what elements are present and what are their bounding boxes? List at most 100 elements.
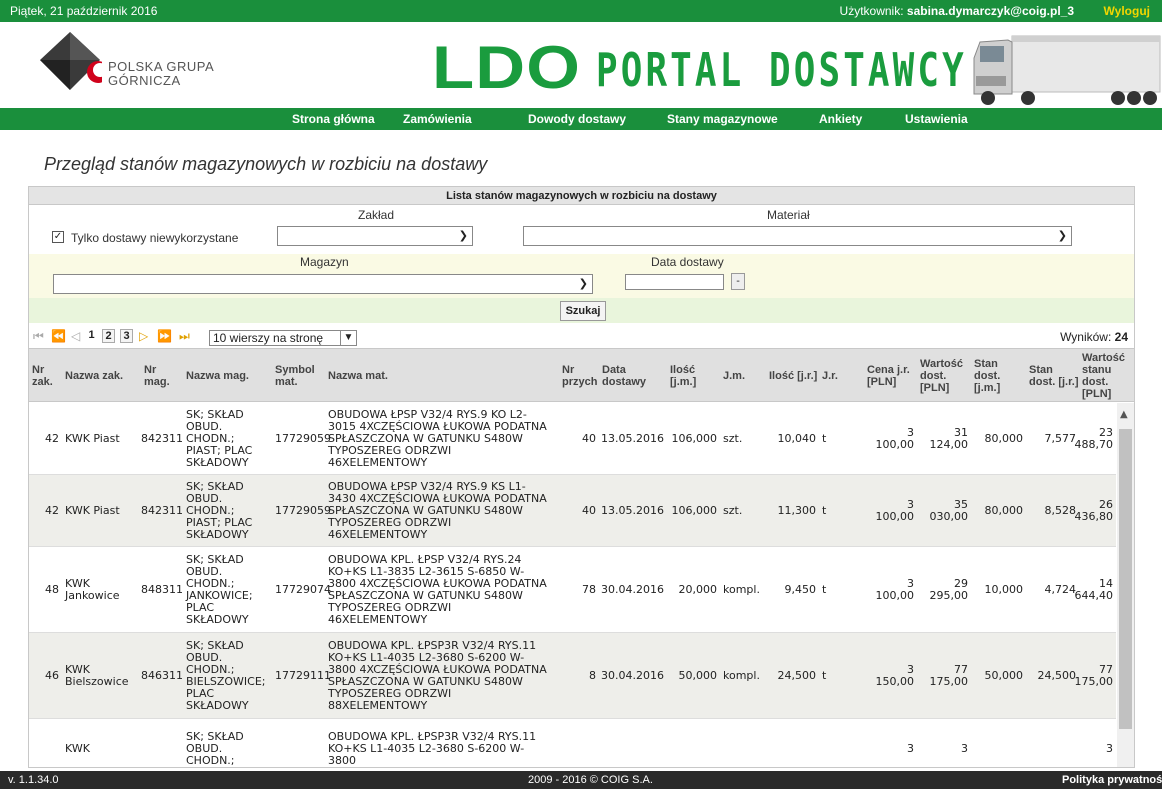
col-ilosc-jr[interactable]: Ilość [j.r.] (766, 349, 818, 403)
cell-nr-przych (555, 719, 599, 767)
cell-jr: t (822, 503, 827, 517)
cell-symbol-mat: 17729074 (275, 582, 331, 596)
cell-stan-dost-jr: 24,500 (1037, 668, 1077, 682)
col-symbol-mat[interactable]: Symbol mat. (272, 349, 325, 403)
prev-fast-icon[interactable]: ⏪ (51, 329, 66, 343)
cell-wartosc-dost: 77 175,00 (929, 662, 969, 688)
cell-nazwa-mag: SK; SKŁAD OBUD. CHODN.; BIELSZOWICE; PLA… (186, 638, 266, 712)
cell-data-dostawy: 13.05.2016 (601, 431, 664, 445)
page-1[interactable]: 1 (85, 329, 98, 343)
user-name: sabina.dymarczyk@coig.pl_3 (906, 4, 1074, 18)
app-version: v. 1.1.34.0 (8, 774, 59, 786)
user-label: Użytkownik: (839, 4, 904, 18)
cell-jm: szt. (723, 431, 743, 445)
cell-wartosc-dost: 29 295,00 (929, 576, 969, 602)
first-page-icon[interactable]: ⏮ (33, 329, 44, 344)
table-row[interactable]: 46 KWK Bielszowice 846311 SK; SKŁAD OBUD. C… (29, 633, 1116, 719)
next-page-icon[interactable]: ▷ (139, 329, 148, 343)
nav-surveys[interactable]: Ankiety (819, 108, 862, 130)
search-button[interactable]: Szukaj (560, 301, 606, 321)
cell-ilosc-jr: 9,450 (784, 582, 817, 596)
col-nazwa-mat[interactable]: Nazwa mat. (325, 349, 555, 403)
cell-wartosc-dost: 35 030,00 (929, 497, 969, 523)
table-row[interactable]: 42 KWK Piast 842311 SK; SKŁAD OBUD. CHODN.;… (29, 475, 1116, 547)
chevron-down-icon: ❯ (458, 229, 468, 242)
table-header: Nr zak. Nazwa zak. Nr mag. Nazwa mag. Sy… (29, 348, 1134, 402)
table-scrollbar[interactable]: ▲ (1117, 403, 1134, 767)
scroll-up-icon[interactable]: ▲ (1120, 409, 1128, 420)
col-nazwa-mag[interactable]: Nazwa mag. (183, 349, 272, 403)
panel-title: Lista stanów magazynowych w rozbiciu na … (29, 187, 1134, 205)
cell-stan-dost-jr: 4,724 (1044, 582, 1077, 596)
nav-stock[interactable]: Stany magazynowe (667, 108, 778, 130)
cell-stan-dost-jr (1026, 719, 1079, 767)
table-row[interactable]: KWK SK; SKŁAD OBUD. CHODN.; OBUDOWA KPL. Ł… (29, 719, 1116, 767)
cell-stan-dost-jm (971, 719, 1026, 767)
results-count: Wyników: 24 (1060, 330, 1128, 344)
cell-nr-zak: 42 (45, 431, 59, 445)
cell-stan-dost-jm: 80,000 (984, 431, 1024, 445)
cell-jm: kompl. (723, 582, 760, 596)
cell-symbol-mat: 17729111 (275, 668, 331, 682)
col-nr-mag[interactable]: Nr mag. (141, 349, 183, 403)
cell-nazwa-mag: SK; SKŁAD OBUD. CHODN.; PIAST; PLAC SKŁA… (186, 479, 253, 541)
cell-nazwa-zak: KWK Piast (65, 503, 120, 517)
chevron-down-icon: ❯ (578, 277, 588, 290)
nav-settings[interactable]: Ustawienia (905, 108, 968, 130)
col-nr-zak[interactable]: Nr zak. (29, 349, 62, 403)
col-data-dostawy[interactable]: Data dostawy (599, 349, 667, 403)
page-2[interactable]: 2 (102, 329, 115, 343)
material-select[interactable]: ❯ (523, 226, 1072, 246)
col-nr-przych[interactable]: Nr przych (559, 349, 599, 403)
cell-wartosc-stanu: 23 488,70 (1074, 425, 1114, 451)
top-bar: Piątek, 21 październik 2016 Użytkownik: … (0, 0, 1162, 22)
privacy-link[interactable]: Polityka prywatności (1062, 771, 1162, 789)
cell-nr-zak (29, 719, 62, 767)
cell-nazwa-mat: OBUDOWA ŁPSP V32/4 RYS.9 KS L1-3430 4XCZ… (328, 479, 547, 541)
col-stan-dost-jr[interactable]: Stan dost. [j.r.] (1026, 349, 1079, 403)
col-cena-jr[interactable]: Cena j.r. [PLN] (864, 349, 916, 403)
prev-page-icon[interactable]: ◁ (71, 329, 80, 343)
logout-link[interactable]: Wyloguj (1104, 0, 1150, 22)
col-jr[interactable]: J.r. (819, 349, 864, 403)
cell-cena-jr: 3 (907, 741, 914, 755)
nav-home[interactable]: Strona główna (292, 108, 375, 130)
delivery-date-input[interactable] (625, 274, 724, 290)
col-stan-dost-jm[interactable]: Stan dost. [j.m.] (971, 349, 1026, 403)
cell-nr-przych: 40 (582, 431, 596, 445)
last-page-icon[interactable]: ⏭ (179, 329, 190, 344)
col-ilosc-jm[interactable]: Ilość [j.m.] (667, 349, 719, 403)
pgg-logo (40, 32, 102, 90)
cell-ilosc-jm: 106,000 (671, 503, 718, 517)
delivery-date-label: Data dostawy (651, 255, 724, 269)
nav-orders[interactable]: Zamówienia (403, 108, 472, 130)
magazyn-select[interactable]: ❯ (53, 274, 593, 294)
nav-delivery-proofs[interactable]: Dowody dostawy (528, 108, 626, 130)
portal-title: PORTAL DOSTAWCY (596, 43, 967, 97)
cell-stan-dost-jm: 80,000 (984, 503, 1024, 517)
table-row[interactable]: 42 KWK Piast 842311 SK; SKŁAD OBUD. CHODN.;… (29, 403, 1116, 475)
cell-ilosc-jm: 50,000 (678, 668, 718, 682)
cell-wartosc-stanu: 3 (1106, 741, 1113, 755)
col-wartosc-stanu[interactable]: Wartość stanu dost. [PLN] (1079, 349, 1131, 403)
cell-data-dostawy: 13.05.2016 (601, 503, 664, 517)
zaklad-select[interactable]: ❯ (277, 226, 473, 246)
col-jm[interactable]: J.m. (720, 349, 760, 403)
cell-wartosc-dost: 3 (961, 741, 968, 755)
table-row[interactable]: 48 KWK Jankowice 848311 SK; SKŁAD OBUD. CHO… (29, 547, 1116, 633)
cell-stan-dost-jm: 10,000 (984, 582, 1024, 596)
date-picker-button[interactable]: - (731, 273, 745, 290)
cell-nr-zak: 42 (45, 503, 59, 517)
only-unused-checkbox[interactable]: ✓ (52, 231, 64, 243)
rows-per-page-select[interactable]: 10 wierszy na stronę ▼ (209, 330, 357, 346)
cell-nr-mag: 842311 (141, 503, 183, 517)
scroll-thumb[interactable] (1119, 429, 1132, 729)
next-fast-icon[interactable]: ⏩ (157, 329, 172, 343)
cell-wartosc-stanu: 14 644,40 (1074, 576, 1114, 602)
page-3[interactable]: 3 (120, 329, 133, 343)
cell-nazwa-zak: KWK (65, 741, 90, 755)
col-nazwa-zak[interactable]: Nazwa zak. (62, 349, 138, 403)
cell-nazwa-mat: OBUDOWA KPL. ŁPSP3R V32/4 RYS.11 KO+KS L… (328, 729, 537, 767)
cell-ilosc-jm: 20,000 (678, 582, 718, 596)
col-wartosc-dost[interactable]: Wartość dost. [PLN] (917, 349, 970, 403)
